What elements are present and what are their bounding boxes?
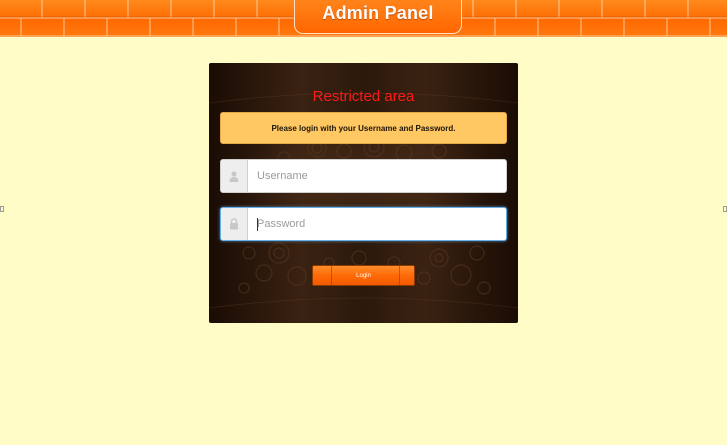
login-button[interactable]: Login xyxy=(312,265,415,286)
username-field[interactable] xyxy=(220,159,507,193)
username-input[interactable] xyxy=(248,160,506,192)
right-resize-handle[interactable] xyxy=(723,206,727,212)
left-resize-handle[interactable] xyxy=(0,206,4,212)
login-panel: Restricted area Please login with your U… xyxy=(209,63,518,323)
login-button-label: Login xyxy=(356,272,371,279)
text-caret xyxy=(257,218,258,231)
lock-icon xyxy=(221,208,248,240)
button-seam xyxy=(399,266,400,285)
login-notice: Please login with your Username and Pass… xyxy=(220,112,507,144)
button-seam xyxy=(331,266,332,285)
password-field[interactable] xyxy=(220,207,507,241)
password-input[interactable] xyxy=(248,208,506,240)
page-title: Admin Panel xyxy=(322,3,434,23)
user-icon xyxy=(221,160,248,192)
restricted-area-heading: Restricted area xyxy=(312,88,415,105)
header-banner: Admin Panel xyxy=(0,0,727,37)
